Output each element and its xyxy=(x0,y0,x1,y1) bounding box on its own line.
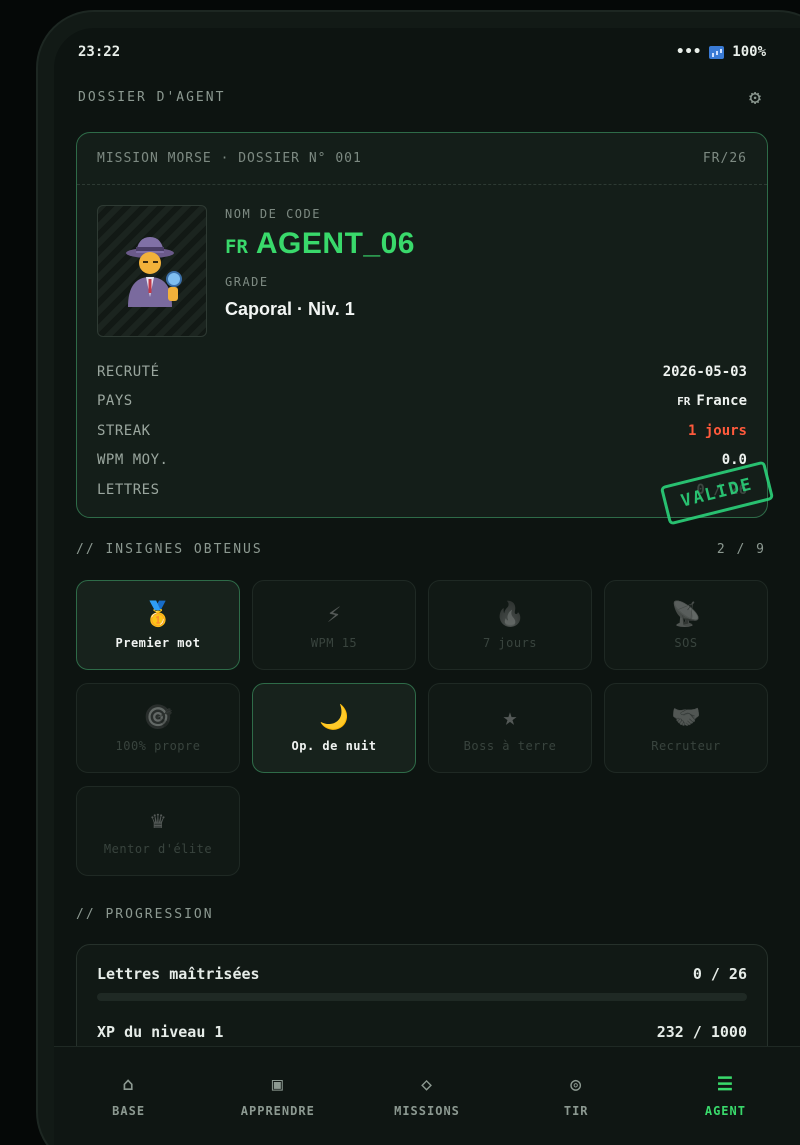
badge-sos[interactable]: 📡 SOS xyxy=(604,580,768,670)
more-icon: ••• xyxy=(675,44,702,60)
xp-progress-row: XP du niveau 1 232 / 1000 xyxy=(97,1023,747,1041)
flame-icon: 🔥 xyxy=(495,600,525,628)
app-screen: 23:22 ••• 100% DOSSIER D'AGENT ⚙ MISSION… xyxy=(54,28,800,1145)
nav-base[interactable]: ⌂ BASE xyxy=(54,1047,203,1145)
stat-recruited: RECRUTÉ 2026-05-03 xyxy=(97,363,747,380)
grade-value: Caporal · Niv. 1 xyxy=(225,299,355,319)
grade-label: GRADE xyxy=(225,275,269,289)
home-icon: ⌂ xyxy=(122,1074,135,1095)
progression-header: // PROGRESSION xyxy=(76,907,766,922)
progression-title: // PROGRESSION xyxy=(76,907,214,922)
dossier-ref: FR/26 xyxy=(702,151,747,166)
moon-icon: 🌙 xyxy=(319,703,349,731)
crown-icon: ♛ xyxy=(150,806,166,834)
badges-grid: 🥇 Premier mot ⚡ WPM 15 🔥 7 jours 📡 SOS 🎯… xyxy=(76,580,768,876)
medal-icon: 🥇 xyxy=(143,600,173,628)
agent-dossier-card: MISSION MORSE · DOSSIER N° 001 FR/26 NOM… xyxy=(76,132,775,526)
stats-list: RECRUTÉ 2026-05-03 PAYS FR France STREAK … xyxy=(97,357,747,505)
bottom-nav: ⌂ BASE ▣ APPRENDRE ◇ MISSIONS ◎ TIR ☰ AG… xyxy=(54,1046,800,1145)
flag-fr: FR xyxy=(225,236,248,258)
badge-recruteur[interactable]: 🤝 Recruteur xyxy=(604,683,768,773)
letters-progress-row: Lettres maîtrisées 0 / 26 xyxy=(97,965,747,983)
badge-op-de-nuit[interactable]: 🌙 Op. de nuit xyxy=(252,683,416,773)
codename-value: AGENT_06 xyxy=(255,227,415,260)
badge-mentor-elite[interactable]: ♛ Mentor d'élite xyxy=(76,786,240,876)
letters-progress-bar xyxy=(97,993,747,1001)
stat-country: PAYS FR France xyxy=(97,393,747,410)
nav-missions[interactable]: ◇ MISSIONS xyxy=(352,1047,501,1145)
badges-header: // INSIGNES OBTENUS 2 / 9 xyxy=(76,542,766,557)
page-title: DOSSIER D'AGENT xyxy=(78,89,226,105)
status-time: 23:22 xyxy=(78,44,121,60)
star-icon: ★ xyxy=(502,703,518,731)
status-bar: 23:22 ••• 100% xyxy=(78,42,766,62)
mission-label: MISSION MORSE · DOSSIER N° 001 xyxy=(97,151,362,166)
detective-icon xyxy=(126,237,182,307)
satellite-icon: 📡 xyxy=(671,600,701,628)
stat-letters: LETTRES 0 / 26 xyxy=(97,481,747,498)
stat-streak: STREAK 1 jours xyxy=(97,422,747,439)
avatar xyxy=(97,205,207,337)
identity-block: NOM DE CODE FR AGENT_06 GRADE Caporal · … xyxy=(225,207,415,320)
stat-wpm: WPM MOY. 0.0 xyxy=(97,452,747,469)
menu-icon: ☰ xyxy=(716,1074,734,1095)
nav-apprendre[interactable]: ▣ APPRENDRE xyxy=(203,1047,352,1145)
badges-title: // INSIGNES OBTENUS xyxy=(76,542,263,557)
handshake-icon: 🤝 xyxy=(671,703,701,731)
badge-100-propre[interactable]: 🎯 100% propre xyxy=(76,683,240,773)
nav-tir[interactable]: ◎ TIR xyxy=(502,1047,651,1145)
diamond-icon: ◇ xyxy=(421,1074,433,1095)
badge-boss-a-terre[interactable]: ★ Boss à terre xyxy=(428,683,592,773)
nav-agent[interactable]: ☰ AGENT xyxy=(651,1047,800,1145)
badge-premier-mot[interactable]: 🥇 Premier mot xyxy=(76,580,240,670)
gear-icon[interactable]: ⚙ xyxy=(744,86,766,108)
lightning-icon: ⚡ xyxy=(326,600,342,628)
target-icon: ◎ xyxy=(570,1074,583,1095)
dossier-header: MISSION MORSE · DOSSIER N° 001 FR/26 xyxy=(77,133,767,185)
badge-7-jours[interactable]: 🔥 7 jours xyxy=(428,580,592,670)
battery-level: 100% xyxy=(732,44,766,60)
signal-icon xyxy=(709,45,725,59)
target-icon: 🎯 xyxy=(143,703,173,731)
badge-wpm-15[interactable]: ⚡ WPM 15 xyxy=(252,580,416,670)
learn-icon: ▣ xyxy=(271,1074,284,1095)
codename: FR AGENT_06 xyxy=(225,227,415,261)
badges-count: 2 / 9 xyxy=(716,542,766,557)
codename-label: NOM DE CODE xyxy=(225,207,321,221)
page-header: DOSSIER D'AGENT ⚙ xyxy=(78,86,766,108)
flag-fr: FR xyxy=(677,395,691,409)
